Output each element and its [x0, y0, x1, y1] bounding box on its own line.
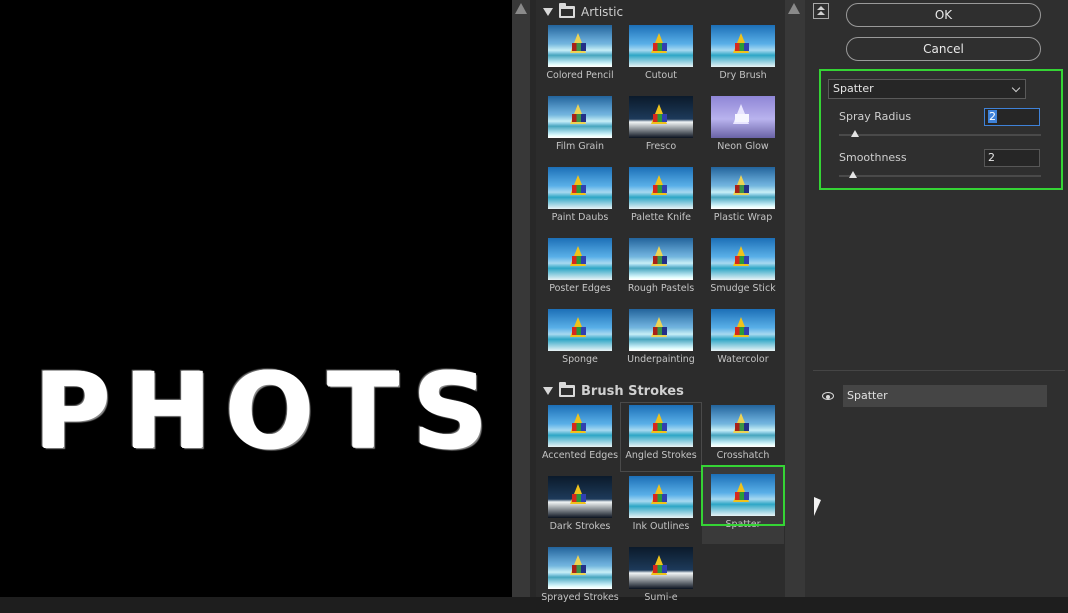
filter-label: Paint Daubs: [551, 212, 609, 223]
filter-label: Rough Pastels: [627, 283, 695, 294]
filter-thumb-angled-strokes[interactable]: Angled Strokes: [620, 402, 702, 472]
image-preview[interactable]: PHOTS: [0, 0, 512, 597]
thumbnail-image: [548, 476, 612, 518]
filter-thumb-sponge[interactable]: Sponge: [547, 309, 627, 375]
thumbnail-image: [711, 238, 775, 280]
filter-thumb-paint-daubs[interactable]: Paint Daubs: [547, 167, 627, 233]
spatter-highlight-box: [701, 465, 785, 526]
filter-label: Sumi-e: [644, 592, 678, 603]
thumbnail-image: [629, 167, 693, 209]
effect-layers-panel: [813, 383, 1065, 597]
filter-label: Fresco: [645, 141, 677, 152]
filter-label: Sprayed Strokes: [541, 592, 619, 603]
thumbnail-image: [711, 25, 775, 67]
filter-label: Film Grain: [555, 141, 605, 152]
folder-icon: [559, 382, 575, 397]
left-scroll-up-arrow-icon[interactable]: [515, 3, 527, 14]
filter-thumb-fresco[interactable]: Fresco: [628, 96, 708, 162]
filter-label: Ink Outlines: [632, 521, 690, 532]
filter-thumb-underpainting[interactable]: Underpainting: [627, 309, 708, 375]
filter-label: Colored Pencil: [546, 70, 614, 81]
filter-label: Neon Glow: [717, 141, 769, 152]
effect-layer-name: Spatter: [843, 385, 1047, 407]
filter-thumb-ink-outlines[interactable]: Ink Outlines: [628, 476, 708, 542]
category-header-brush-strokes[interactable]: Brush Strokes: [543, 381, 684, 401]
filter-thumb-plastic-wrap[interactable]: Plastic Wrap: [710, 167, 790, 233]
thumbnail-image: [629, 238, 693, 280]
gallery-left-gutter: [512, 0, 530, 597]
thumbnail-image: [548, 167, 612, 209]
thumbnail-image: [629, 476, 693, 518]
thumbnail-image: [711, 96, 775, 138]
filter-thumb-cutout[interactable]: Cutout: [628, 25, 708, 91]
settings-highlight-box: [819, 69, 1063, 190]
eye-icon[interactable]: [822, 392, 834, 400]
thumbnail-image: [629, 405, 693, 447]
filter-label: Smudge Stick: [710, 283, 776, 294]
thumbnail-image: [548, 25, 612, 67]
category-header-artistic[interactable]: Artistic: [543, 2, 623, 22]
thumbnail-image: [548, 96, 612, 138]
thumbnail-image: [629, 547, 693, 589]
category-label: Brush Strokes: [581, 383, 684, 399]
thumbnail-image: [629, 96, 693, 138]
thumbnail-image: [548, 309, 612, 351]
filter-thumb-dry-brush[interactable]: Dry Brush: [710, 25, 790, 91]
filter-thumb-crosshatch[interactable]: Crosshatch: [710, 405, 790, 471]
filter-label: Underpainting: [627, 354, 695, 365]
filter-label: Poster Edges: [549, 283, 611, 294]
collapse-gallery-icon[interactable]: [813, 3, 829, 19]
triangle-down-icon: [543, 387, 553, 395]
filter-label: Plastic Wrap: [713, 212, 773, 223]
thumbnail-image: [711, 405, 775, 447]
thumbnail-image: [629, 25, 693, 67]
filter-label: Crosshatch: [716, 450, 770, 461]
preview-image-text: PHOTS: [34, 350, 502, 472]
category-label: Artistic: [581, 5, 624, 19]
ok-button[interactable]: OK: [846, 3, 1041, 27]
filter-label: Angled Strokes: [625, 450, 697, 461]
filter-thumb-accented-edges[interactable]: Accented Edges: [542, 405, 627, 471]
cancel-button[interactable]: Cancel: [846, 37, 1041, 61]
thumbnail-image: [548, 405, 612, 447]
thumbnail-image: [711, 167, 775, 209]
filter-label: Watercolor: [717, 354, 769, 365]
triangle-down-icon: [543, 8, 553, 16]
filter-thumb-poster-edges[interactable]: Poster Edges: [547, 238, 627, 304]
thumbnail-image: [548, 238, 612, 280]
filter-label: Sponge: [562, 354, 598, 365]
thumbnail-image: [711, 309, 775, 351]
filter-thumb-watercolor[interactable]: Watercolor: [710, 309, 790, 375]
filter-label: Dark Strokes: [549, 521, 611, 532]
filter-thumb-sprayed-strokes[interactable]: Sprayed Strokes: [541, 547, 627, 613]
filter-thumb-rough-pastels[interactable]: Rough Pastels: [628, 238, 708, 304]
filter-thumb-sumi-e[interactable]: Sumi-e: [628, 547, 708, 613]
filter-thumb-neon-glow[interactable]: Neon Glow: [710, 96, 790, 162]
filter-thumb-film-grain[interactable]: Film Grain: [547, 96, 627, 162]
filter-label: Cutout: [645, 70, 677, 81]
thumbnail-image: [629, 309, 693, 351]
filter-thumb-colored-pencil[interactable]: Colored Pencil: [546, 25, 627, 91]
filter-thumb-dark-strokes[interactable]: Dark Strokes: [547, 476, 627, 542]
thumbnail-image: [548, 547, 612, 589]
filter-label: Dry Brush: [719, 70, 767, 81]
filter-thumb-smudge-stick[interactable]: Smudge Stick: [710, 238, 790, 304]
mouse-cursor-icon: [814, 497, 821, 516]
folder-icon: [559, 3, 575, 18]
right-scroll-up-arrow-icon[interactable]: [788, 3, 800, 14]
filter-label: Palette Knife: [630, 212, 691, 223]
effect-layer-row[interactable]: Spatter: [813, 385, 1047, 407]
filter-thumb-palette-knife[interactable]: Palette Knife: [628, 167, 708, 233]
filter-label: Accented Edges: [541, 450, 619, 461]
